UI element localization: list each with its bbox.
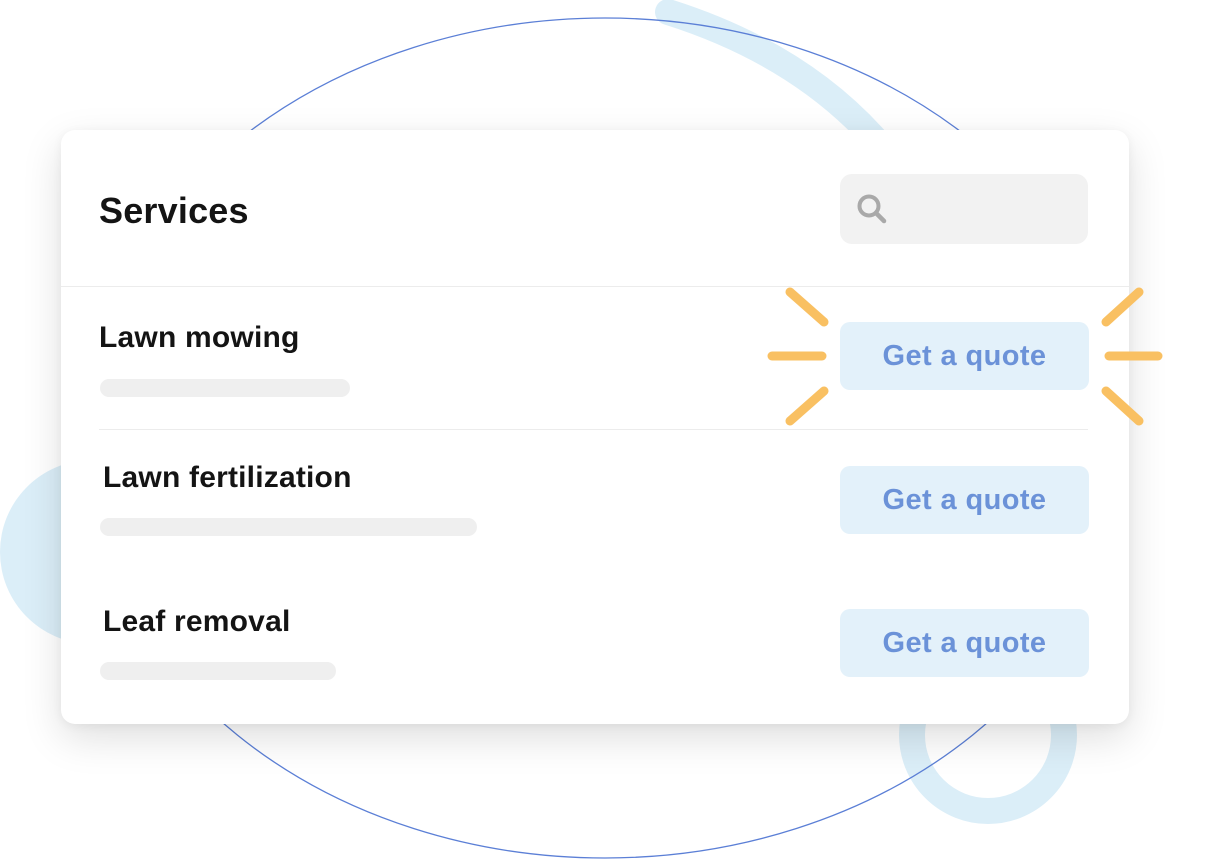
get-quote-button-leaf-removal[interactable]: Get a quote: [840, 609, 1089, 677]
search-icon: [857, 194, 887, 224]
service-description-placeholder: [100, 379, 350, 397]
get-quote-button-lawn-fertilization[interactable]: Get a quote: [840, 466, 1089, 534]
search-input[interactable]: [840, 174, 1088, 244]
page-title: Services: [99, 190, 249, 231]
header-divider: [61, 286, 1129, 287]
row-divider: [99, 429, 1088, 430]
service-description-placeholder: [100, 662, 336, 680]
service-name-lawn-fertilization: Lawn fertilization: [103, 461, 352, 494]
get-quote-button-lawn-mowing[interactable]: Get a quote: [840, 322, 1089, 390]
service-name-lawn-mowing: Lawn mowing: [99, 321, 300, 354]
services-card: Services Lawn mowing Get a quote Lawn fe…: [61, 130, 1129, 724]
service-name-leaf-removal: Leaf removal: [103, 605, 291, 638]
service-description-placeholder: [100, 518, 477, 536]
